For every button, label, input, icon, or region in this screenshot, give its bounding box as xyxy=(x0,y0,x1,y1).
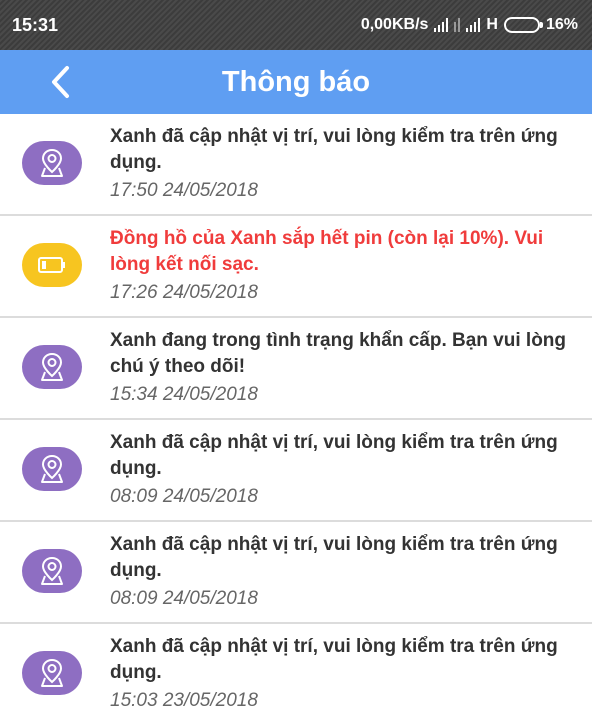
notification-time: 17:26 24/05/2018 xyxy=(110,282,258,303)
notification-time: 08:09 24/05/2018 xyxy=(110,588,258,609)
location-pin-icon xyxy=(22,141,82,185)
back-button[interactable] xyxy=(40,62,80,102)
status-time: 15:31 xyxy=(12,14,59,35)
signal-icon xyxy=(434,18,449,32)
network-type: H xyxy=(486,16,498,33)
notification-message: Xanh đã cập nhật vị trí, vui lòng kiểm t… xyxy=(110,126,558,173)
notification-message: Xanh đã cập nhật vị trí, vui lòng kiểm t… xyxy=(110,636,558,683)
status-bar: 15:31 0,00KB/s H 16% xyxy=(0,0,592,50)
notification-item[interactable]: Xanh đang trong tình trạng khẩn cấp. Bạn… xyxy=(0,318,592,420)
data-transfer-icon xyxy=(454,18,461,32)
signal-icon-2 xyxy=(466,18,481,32)
page-title: Thông báo xyxy=(221,65,371,98)
notification-item[interactable]: Xanh đã cập nhật vị trí, vui lòng kiểm t… xyxy=(0,114,592,216)
notification-message: Xanh đã cập nhật vị trí, vui lòng kiểm t… xyxy=(110,432,558,479)
location-pin-icon xyxy=(22,447,82,491)
chevron-left-icon xyxy=(52,66,69,98)
notification-item[interactable]: Xanh đã cập nhật vị trí, vui lòng kiểm t… xyxy=(0,624,592,709)
location-pin-icon xyxy=(22,651,82,695)
location-pin-icon xyxy=(22,345,82,389)
notification-list: Xanh đã cập nhật vị trí, vui lòng kiểm t… xyxy=(0,114,592,709)
app-bar: Thông báo xyxy=(0,50,592,114)
battery-icon xyxy=(503,17,543,33)
notification-time: 15:34 24/05/2018 xyxy=(110,384,258,405)
notification-time: 08:09 24/05/2018 xyxy=(110,486,258,507)
notification-message: Đồng hồ của Xanh sắp hết pin (còn lại 10… xyxy=(110,228,544,275)
notification-message: Xanh đang trong tình trạng khẩn cấp. Bạn… xyxy=(110,330,567,377)
notification-item[interactable]: Đồng hồ của Xanh sắp hết pin (còn lại 10… xyxy=(0,216,592,318)
net-speed: 0,00KB/s xyxy=(360,16,429,33)
notification-message: Xanh đã cập nhật vị trí, vui lòng kiểm t… xyxy=(110,534,558,581)
notification-item[interactable]: Xanh đã cập nhật vị trí, vui lòng kiểm t… xyxy=(0,522,592,624)
status-indicators: 0,00KB/s H 16% xyxy=(361,16,578,34)
notification-item[interactable]: Xanh đã cập nhật vị trí, vui lòng kiểm t… xyxy=(0,420,592,522)
notification-time: 15:03 23/05/2018 xyxy=(110,690,258,709)
notification-time: 17:50 24/05/2018 xyxy=(110,180,258,201)
battery-low-icon xyxy=(22,243,82,287)
battery-percent: 16% xyxy=(545,16,578,33)
location-pin-icon xyxy=(22,549,82,593)
